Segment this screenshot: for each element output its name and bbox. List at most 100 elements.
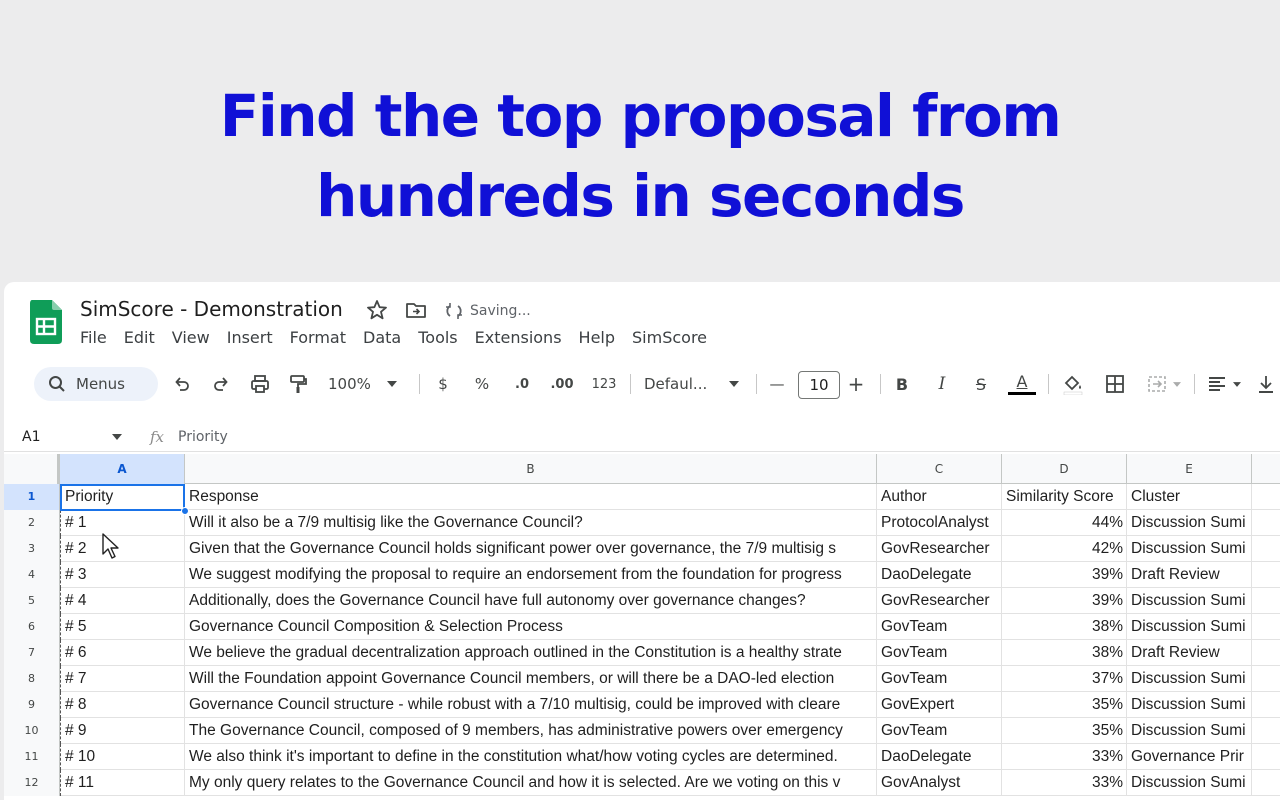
horizontal-align-icon[interactable] xyxy=(1204,372,1244,396)
cell-priority[interactable]: # 5 xyxy=(60,614,185,640)
row-number[interactable]: 6 xyxy=(4,614,60,640)
cell-cluster[interactable]: Governance Prir xyxy=(1127,744,1252,770)
menu-file[interactable]: File xyxy=(80,327,116,349)
decrease-decimal-button[interactable]: .0 xyxy=(509,372,535,396)
cell-response[interactable]: We believe the gradual decentralization … xyxy=(185,640,877,666)
cell-priority[interactable]: # 9 xyxy=(60,718,185,744)
row-number[interactable]: 4 xyxy=(4,562,60,588)
search-menus-button[interactable]: Menus xyxy=(34,367,158,401)
bold-button[interactable]: B xyxy=(892,372,912,396)
menu-extensions[interactable]: Extensions xyxy=(475,327,571,349)
text-color-button[interactable]: A xyxy=(1008,372,1036,396)
cell-author[interactable]: DaoDelegate xyxy=(877,562,1002,588)
cell-priority[interactable]: # 11 xyxy=(60,770,185,796)
column-header-a[interactable]: A xyxy=(60,454,185,484)
cell-similarity-score[interactable]: 39% xyxy=(1002,562,1127,588)
cell-similarity-score[interactable]: 42% xyxy=(1002,536,1127,562)
cell-response[interactable]: Given that the Governance Council holds … xyxy=(185,536,877,562)
cell-similarity-score[interactable]: Similarity Score xyxy=(1002,484,1127,510)
cell-priority[interactable]: Priority xyxy=(60,484,185,510)
column-header-d[interactable]: D xyxy=(1002,454,1127,484)
cell-cluster[interactable]: Draft Review xyxy=(1127,640,1252,666)
cell-author[interactable]: ProtocolAnalyst xyxy=(877,510,1002,536)
cell-priority[interactable]: # 2 xyxy=(60,536,185,562)
zoom-select[interactable]: 100% xyxy=(328,372,408,396)
cell-cluster[interactable]: Discussion Sumi xyxy=(1127,666,1252,692)
vertical-align-icon[interactable] xyxy=(1256,372,1276,396)
cell-cluster[interactable]: Discussion Sumi xyxy=(1127,588,1252,614)
cell-response[interactable]: Will it also be a 7/9 multisig like the … xyxy=(185,510,877,536)
cell-response[interactable]: Will the Foundation appoint Governance C… xyxy=(185,666,877,692)
cell-response[interactable]: We suggest modifying the proposal to req… xyxy=(185,562,877,588)
cell-priority[interactable]: # 3 xyxy=(60,562,185,588)
menu-edit[interactable]: Edit xyxy=(124,327,164,349)
cell-priority[interactable]: # 1 xyxy=(60,510,185,536)
font-size-input[interactable]: 10 xyxy=(798,371,840,399)
cell-similarity-score[interactable]: 35% xyxy=(1002,718,1127,744)
font-family-select[interactable]: Defaul... xyxy=(644,372,744,396)
cell-similarity-score[interactable]: 38% xyxy=(1002,640,1127,666)
cell-similarity-score[interactable]: 35% xyxy=(1002,692,1127,718)
undo-icon[interactable] xyxy=(170,372,194,396)
row-number[interactable]: 12 xyxy=(4,770,60,796)
row-number[interactable]: 10 xyxy=(4,718,60,744)
cell-similarity-score[interactable]: 33% xyxy=(1002,744,1127,770)
row-number[interactable]: 7 xyxy=(4,640,60,666)
cell-author[interactable]: GovTeam xyxy=(877,614,1002,640)
row-number[interactable]: 5 xyxy=(4,588,60,614)
strikethrough-button[interactable]: S xyxy=(970,372,992,396)
cell-similarity-score[interactable]: 39% xyxy=(1002,588,1127,614)
cell-similarity-score[interactable]: 44% xyxy=(1002,510,1127,536)
sheets-logo-icon[interactable] xyxy=(28,300,64,344)
cell-priority[interactable]: # 8 xyxy=(60,692,185,718)
merge-cells-icon[interactable] xyxy=(1144,372,1184,396)
name-box[interactable]: A1 xyxy=(22,429,40,445)
menu-tools[interactable]: Tools xyxy=(418,327,466,349)
cell-response[interactable]: We also think it's important to define i… xyxy=(185,744,877,770)
cell-response[interactable]: The Governance Council, composed of 9 me… xyxy=(185,718,877,744)
borders-icon[interactable] xyxy=(1104,372,1126,396)
row-number[interactable]: 9 xyxy=(4,692,60,718)
number-format-button[interactable]: 123 xyxy=(589,372,619,396)
cell-similarity-score[interactable]: 37% xyxy=(1002,666,1127,692)
cell-author[interactable]: Author xyxy=(877,484,1002,510)
cell-author[interactable]: GovAnalyst xyxy=(877,770,1002,796)
increase-font-size-button[interactable]: + xyxy=(847,372,865,396)
cell-priority[interactable]: # 7 xyxy=(60,666,185,692)
menu-insert[interactable]: Insert xyxy=(227,327,282,349)
cell-cluster[interactable]: Discussion Sumi xyxy=(1127,536,1252,562)
cell-priority[interactable]: # 6 xyxy=(60,640,185,666)
cell-cluster[interactable]: Cluster xyxy=(1127,484,1252,510)
cell-author[interactable]: GovTeam xyxy=(877,640,1002,666)
cell-similarity-score[interactable]: 33% xyxy=(1002,770,1127,796)
redo-icon[interactable] xyxy=(209,372,233,396)
cell-response[interactable]: Governance Council structure - while rob… xyxy=(185,692,877,718)
row-number[interactable]: 8 xyxy=(4,666,60,692)
paint-format-icon[interactable] xyxy=(286,372,310,396)
print-icon[interactable] xyxy=(248,372,272,396)
star-icon[interactable] xyxy=(365,298,389,322)
fill-color-icon[interactable] xyxy=(1060,372,1086,396)
percent-format-button[interactable]: % xyxy=(472,372,492,396)
column-header-e[interactable]: E xyxy=(1127,454,1252,484)
increase-decimal-button[interactable]: .00 xyxy=(548,372,576,396)
cell-author[interactable]: GovTeam xyxy=(877,718,1002,744)
menu-simscore[interactable]: SimScore xyxy=(632,327,716,349)
cell-cluster[interactable]: Discussion Sumi xyxy=(1127,692,1252,718)
menu-data[interactable]: Data xyxy=(363,327,410,349)
menu-help[interactable]: Help xyxy=(579,327,624,349)
cell-cluster[interactable]: Discussion Sumi xyxy=(1127,718,1252,744)
cell-response[interactable]: Governance Council Composition & Selecti… xyxy=(185,614,877,640)
cell-response[interactable]: Response xyxy=(185,484,877,510)
cell-author[interactable]: GovTeam xyxy=(877,666,1002,692)
row-number[interactable]: 2 xyxy=(4,510,60,536)
cell-author[interactable]: DaoDelegate xyxy=(877,744,1002,770)
cell-response[interactable]: Additionally, does the Governance Counci… xyxy=(185,588,877,614)
cell-cluster[interactable]: Discussion Sumi xyxy=(1127,510,1252,536)
currency-format-button[interactable]: $ xyxy=(434,372,452,396)
document-title[interactable]: SimScore - Demonstration xyxy=(80,297,343,321)
cell-author[interactable]: GovResearcher xyxy=(877,588,1002,614)
decrease-font-size-button[interactable]: — xyxy=(768,372,786,396)
row-number[interactable]: 1 xyxy=(4,484,60,510)
fill-handle[interactable] xyxy=(181,507,189,515)
